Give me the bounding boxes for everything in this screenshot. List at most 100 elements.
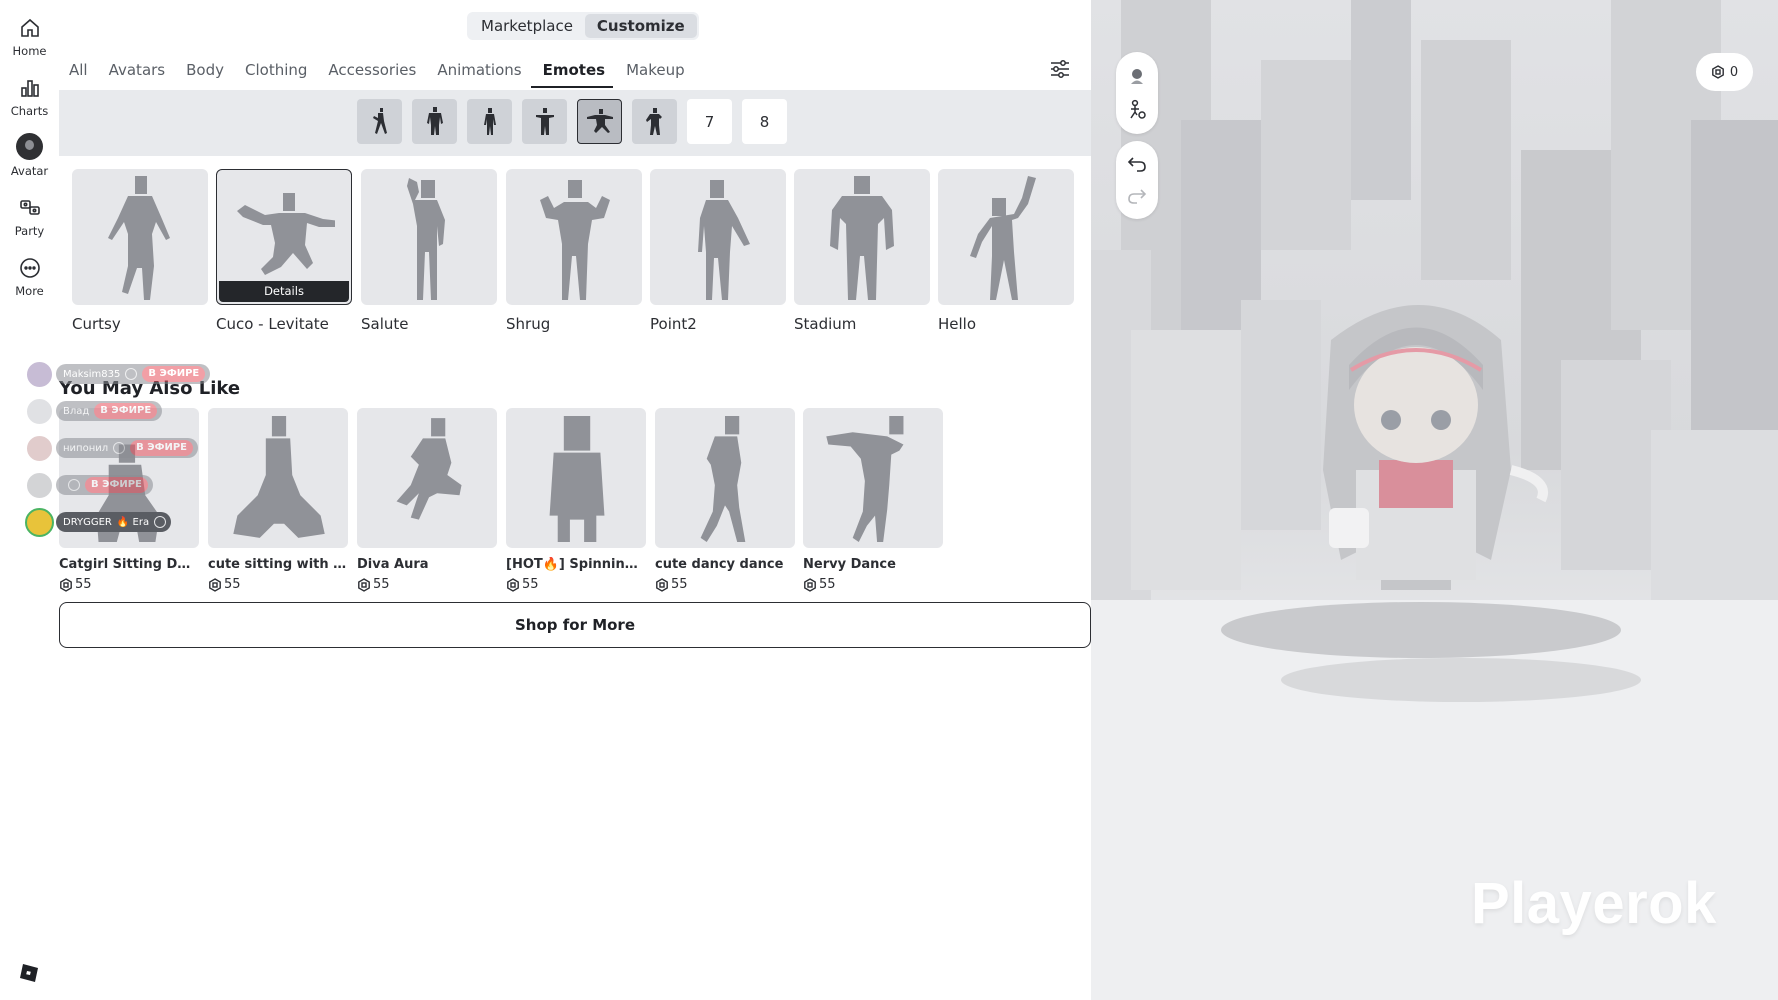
rec-price: 55: [59, 577, 199, 592]
emote-figure-icon: [396, 418, 462, 520]
emote-card-cuco-levitate[interactable]: Details Cuco - Levitate: [216, 169, 352, 333]
emote-name: Curtsy: [72, 315, 121, 333]
tab-avatars[interactable]: Avatars: [109, 58, 166, 88]
tab-all[interactable]: All: [69, 58, 88, 88]
live-avatar: [25, 396, 54, 426]
emote-figure-icon: [233, 416, 325, 538]
rec-name: Nervy Dance: [803, 557, 896, 572]
tab-emotes[interactable]: Emotes: [530, 58, 614, 88]
emote-slots-bar: 7 8: [59, 90, 1091, 156]
nav-home[interactable]: Home: [0, 12, 59, 64]
tab-accessories[interactable]: Accessories: [328, 58, 416, 88]
nav-charts[interactable]: Charts: [0, 72, 59, 124]
live-name: нипонил: [63, 442, 109, 454]
emote-name: Salute: [361, 315, 409, 333]
view-tools: [1116, 52, 1158, 134]
scene-background: [1091, 0, 1778, 1000]
rec-card[interactable]: Diva Aura 55: [357, 408, 497, 592]
emote-slot-1[interactable]: [357, 99, 402, 144]
live-viewer-row[interactable]: DRYGGER 🔥 Era: [25, 506, 172, 538]
tab-marketplace[interactable]: Marketplace: [469, 14, 585, 38]
emote-card-hello[interactable]: Hello: [938, 169, 1074, 333]
nav-home-label: Home: [12, 44, 47, 58]
tab-customize[interactable]: Customize: [584, 14, 697, 38]
live-name: DRYGGER: [63, 516, 112, 528]
avatar-settings-icon[interactable]: [1125, 98, 1149, 122]
emote-slot-2[interactable]: [412, 99, 457, 144]
nav-avatar-label: Avatar: [10, 164, 49, 178]
robux-icon: [209, 577, 221, 592]
robux-icon: [1711, 65, 1724, 79]
rec-price: 55: [208, 577, 348, 592]
emote-figure-icon: [540, 180, 610, 300]
emote-figure-icon: [830, 176, 894, 300]
avatar-head-icon[interactable]: [1125, 64, 1149, 88]
emote-slot-7[interactable]: 7: [687, 99, 732, 144]
emote-name: Hello: [938, 315, 977, 333]
watermark: Playerok: [1471, 871, 1717, 936]
emote-figure-icon: [549, 416, 605, 542]
rec-price-value: 55: [522, 577, 539, 592]
redo-icon[interactable]: [1125, 184, 1149, 208]
rec-name: cute sitting with leg...: [208, 557, 348, 572]
emote-slot-4[interactable]: [522, 99, 567, 144]
emote-name: Cuco - Levitate: [216, 315, 329, 333]
roblox-logo-icon[interactable]: [19, 963, 39, 983]
emote-card-salute[interactable]: Salute: [361, 169, 497, 333]
emote-name: Stadium: [794, 315, 857, 333]
rec-card[interactable]: cute dancy dance 55: [655, 408, 795, 592]
emote-card-shrug[interactable]: Shrug: [506, 169, 642, 333]
emote-name: Shrug: [506, 315, 551, 333]
live-badge: В ЭФИРЕ: [142, 366, 206, 382]
emote-card-point2[interactable]: Point2: [650, 169, 786, 333]
party-icon: [19, 200, 40, 215]
emote-slot-5[interactable]: [577, 99, 622, 144]
emote-figure-icon: [970, 176, 1036, 300]
tab-clothing[interactable]: Clothing: [245, 58, 307, 88]
emote-figure-icon: [372, 107, 387, 134]
emote-card-curtsy[interactable]: Curtsy: [72, 169, 208, 333]
nav-charts-label: Charts: [10, 104, 49, 118]
emote-thumbnail: [506, 169, 642, 305]
live-viewer-row[interactable]: Влад В ЭФИРЕ: [25, 395, 163, 427]
rec-card[interactable]: [HOT🔥] Spinning Cat 55: [506, 408, 646, 592]
avatar-viewport[interactable]: 0 Playerok: [1091, 0, 1778, 1000]
shop-for-more-button[interactable]: Shop for More: [59, 602, 1091, 648]
rec-card[interactable]: Nervy Dance 55: [803, 408, 943, 592]
tab-body[interactable]: Body: [186, 58, 224, 88]
history-tools: [1116, 141, 1158, 219]
emote-slot-6[interactable]: [632, 99, 677, 144]
rec-card[interactable]: cute sitting with leg... 55: [208, 408, 348, 592]
nav-avatar[interactable]: Avatar: [0, 130, 59, 182]
nav-more[interactable]: More: [0, 252, 59, 304]
live-avatar: [25, 433, 54, 463]
emote-slot-3[interactable]: [467, 99, 512, 144]
robux-balance[interactable]: 0: [1696, 53, 1753, 91]
tab-makeup[interactable]: Makeup: [626, 58, 685, 88]
rec-price-value: 55: [224, 577, 241, 592]
live-extra: 🔥 Era: [116, 516, 150, 528]
charts-icon: [20, 80, 39, 97]
live-viewer-row[interactable]: В ЭФИРЕ: [25, 469, 153, 501]
live-pill: нипонил В ЭФИРЕ: [56, 438, 199, 458]
rec-name: Catgirl Sitting Dow...: [59, 557, 199, 572]
rec-thumbnail: [506, 408, 646, 548]
details-button[interactable]: Details: [219, 281, 349, 302]
live-viewer-row[interactable]: Maksim835 В ЭФИРЕ: [25, 358, 211, 390]
undo-icon[interactable]: [1125, 152, 1149, 176]
nav-party[interactable]: Party: [0, 192, 59, 244]
live-viewer-row[interactable]: нипонил В ЭФИРЕ: [25, 432, 199, 464]
eye-icon: [154, 516, 167, 528]
emote-card-stadium[interactable]: Stadium: [794, 169, 930, 333]
rec-name: cute dancy dance: [655, 557, 784, 572]
sliders-icon[interactable]: [1049, 58, 1071, 80]
emote-thumbnail: [938, 169, 1074, 305]
tab-animations[interactable]: Animations: [437, 58, 521, 88]
robux-icon: [507, 577, 519, 592]
live-badge: В ЭФИРЕ: [94, 403, 158, 419]
emote-slot-8[interactable]: 8: [742, 99, 787, 144]
live-badge: В ЭФИРЕ: [130, 440, 194, 456]
nav-party-label: Party: [14, 224, 45, 238]
robux-icon: [60, 577, 72, 592]
rec-thumbnail: [208, 408, 348, 548]
